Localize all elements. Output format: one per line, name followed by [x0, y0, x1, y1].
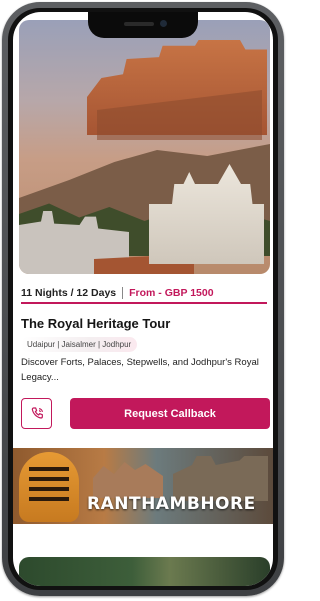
next-tour-banner-text: RANTHAMBHORE: [87, 494, 256, 514]
call-button[interactable]: [21, 398, 52, 429]
tour-places: Udaipur | Jaisalmer | Jodhpur: [21, 337, 138, 352]
banner-ruins: [93, 462, 163, 498]
next-card-image[interactable]: [19, 557, 270, 586]
tour-hero-image[interactable]: [19, 20, 270, 274]
tour-duration: 11 Nights / 12 Days: [21, 287, 117, 299]
tour-meta: 11 Nights / 12 Days From - GBP 1500: [21, 287, 214, 299]
accent-divider: [21, 302, 267, 304]
phone-bezel: 11 Nights / 12 Days From - GBP 1500 The …: [8, 8, 278, 590]
phone-icon: [31, 406, 43, 419]
tiger-image: [19, 452, 79, 522]
phone-screen: 11 Nights / 12 Days From - GBP 1500 The …: [13, 12, 273, 586]
request-callback-button[interactable]: Request Callback: [70, 398, 270, 429]
phone-frame: 11 Nights / 12 Days From - GBP 1500 The …: [2, 2, 284, 596]
tour-price: From - GBP 1500: [129, 287, 214, 299]
tour-description: Discover Forts, Palaces, Stepwells, and …: [21, 357, 259, 383]
next-tour-banner[interactable]: RANTHAMBHORE: [13, 448, 273, 524]
phone-notch: [88, 12, 198, 38]
tour-title[interactable]: The Royal Heritage Tour: [21, 316, 170, 331]
meta-divider: [122, 287, 124, 299]
